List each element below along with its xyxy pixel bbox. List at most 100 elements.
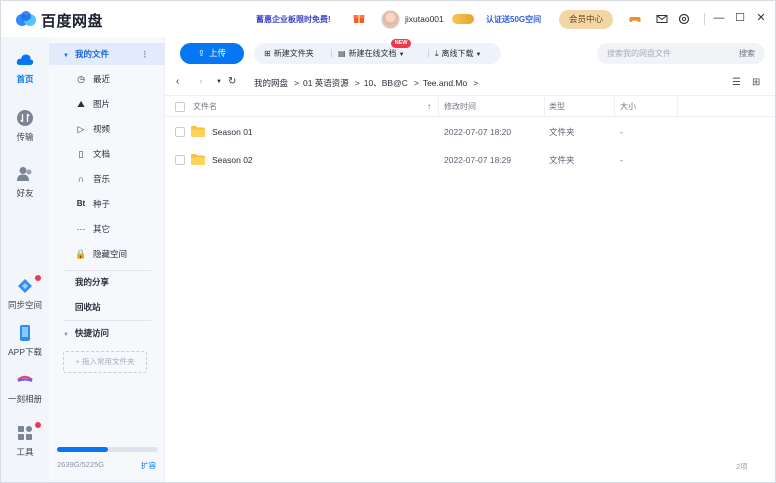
sidebar-item-label: 视频 bbox=[93, 124, 111, 134]
close-icon[interactable]: ✕ bbox=[755, 12, 767, 24]
avatar[interactable] bbox=[381, 10, 400, 29]
breadcrumb-item[interactable]: 01 英语资源 bbox=[303, 78, 349, 88]
nav-rail: 首页 传输 好友 同步空间 APP下载 一刻相册 工具 bbox=[1, 37, 49, 482]
search-box[interactable]: 搜索我的网盘文件 搜索 bbox=[597, 43, 765, 64]
select-all-checkbox[interactable] bbox=[175, 102, 185, 112]
rail-label-transfer: 传输 bbox=[16, 132, 34, 142]
table-row[interactable]: Season 02 2022-07-07 18:29 文件夹 - bbox=[165, 146, 775, 174]
app-window: 百度网盘 蓄惠企业板限时免费! jixutao001 认证送50G空间 会员中心… bbox=[0, 0, 776, 483]
breadcrumb-item[interactable]: 10、BB@C bbox=[364, 78, 408, 88]
sidebar-recycle-bin[interactable]: 回收站 bbox=[49, 296, 165, 318]
row-checkbox[interactable] bbox=[175, 155, 185, 165]
settings-icon[interactable] bbox=[678, 13, 690, 25]
file-name[interactable]: Season 01 bbox=[212, 118, 253, 146]
sidebar-item-3[interactable]: ▷ 视频 bbox=[49, 118, 165, 140]
sidebar-item-5[interactable]: ∩ 音乐 bbox=[49, 168, 165, 190]
offline-download-label: 离线下载 bbox=[441, 49, 474, 58]
rail-item-sync[interactable]: 同步空间 bbox=[1, 275, 49, 311]
breadcrumb: 我的网盘 >01 英语资源 >10、BB@C > Tee.and.Mo > bbox=[254, 77, 482, 89]
notification-dot bbox=[35, 275, 41, 281]
transfer-icon bbox=[17, 110, 33, 126]
breadcrumb-item[interactable]: 我的网盘 bbox=[254, 78, 288, 88]
breadcrumb-separator-icon: > bbox=[473, 78, 479, 88]
promo-link[interactable]: 蓄惠企业板限时免费! bbox=[256, 14, 331, 25]
history-dropdown-icon[interactable]: ▼ bbox=[216, 79, 222, 85]
more-icon: ··· bbox=[76, 224, 86, 234]
rail-item-friends[interactable]: 好友 bbox=[1, 165, 49, 199]
header-filename[interactable]: 文件名 bbox=[193, 96, 217, 118]
vip-badge-icon bbox=[452, 14, 474, 24]
rail-item-tools[interactable]: 工具 bbox=[1, 422, 49, 458]
storage-usage-bar bbox=[57, 447, 158, 452]
breadcrumb-item[interactable]: Tee.and.Mo bbox=[423, 78, 467, 88]
username[interactable]: jixutao001 bbox=[405, 14, 444, 24]
expand-storage-link[interactable]: 扩容 bbox=[141, 460, 156, 471]
sidebar-item-4[interactable]: ▯ 文档 bbox=[49, 143, 165, 165]
add-favorite-folder-dropzone[interactable]: + 拖入常用文件夹 bbox=[63, 351, 147, 373]
sync-space-icon bbox=[18, 279, 32, 293]
sidebar-item-2[interactable]: ⛰ 图片 bbox=[49, 93, 165, 115]
row-checkbox[interactable] bbox=[175, 127, 185, 137]
rail-item-moments[interactable]: 一刻相册 bbox=[1, 371, 49, 405]
chevron-down-icon: ▼ bbox=[475, 52, 482, 58]
sort-arrow-icon[interactable]: ↑ bbox=[427, 96, 431, 118]
file-size: - bbox=[620, 155, 623, 165]
sidebar-item-6[interactable]: Bt 种子 bbox=[49, 193, 165, 215]
item-count: 2项 bbox=[736, 462, 748, 471]
sort-list-icon[interactable]: ☰ bbox=[732, 77, 741, 88]
mail-icon[interactable] bbox=[656, 13, 668, 25]
refresh-icon[interactable]: ↻ bbox=[228, 76, 236, 87]
rail-label-moments: 一刻相册 bbox=[7, 394, 42, 404]
table-row[interactable]: Season 01 2022-07-07 18:20 文件夹 - bbox=[165, 118, 775, 146]
new-folder-icon: ⊞ bbox=[264, 49, 271, 58]
file-type: 文件夹 bbox=[549, 155, 575, 165]
grid-view-icon[interactable]: ⊞ bbox=[752, 77, 760, 88]
minimize-icon[interactable]: — bbox=[713, 12, 725, 24]
column-divider bbox=[614, 96, 615, 117]
upload-button[interactable]: ⇪ 上传 bbox=[180, 43, 244, 64]
rail-label-home: 首页 bbox=[16, 74, 34, 84]
header-type[interactable]: 类型 bbox=[549, 96, 565, 118]
more-options-icon[interactable]: ⋮ bbox=[141, 43, 150, 65]
verify-link[interactable]: 认证送50G空间 bbox=[486, 14, 541, 25]
moments-album-icon bbox=[17, 375, 33, 382]
rail-item-transfer[interactable]: 传输 bbox=[1, 109, 49, 143]
rail-item-home[interactable]: 首页 bbox=[1, 51, 49, 85]
bt-icon: Bt bbox=[76, 199, 86, 208]
maximize-icon[interactable]: ☐ bbox=[734, 12, 746, 24]
forward-icon[interactable]: › bbox=[199, 76, 202, 87]
baidu-netdisk-logo bbox=[16, 11, 36, 26]
header-modified[interactable]: 修改时间 bbox=[444, 96, 476, 118]
storage-usage-text: 2639G/5225G bbox=[57, 460, 105, 469]
rail-item-app-download[interactable]: APP下载 bbox=[1, 324, 49, 358]
file-name[interactable]: Season 02 bbox=[212, 146, 253, 174]
toolbar: ⇪ 上传 ⊞ 新建文件夹 ▤ 新建在线文档 ▼ ⤓ 离线下载 ▼ NEW 搜索我的网盘文件 … bbox=[165, 37, 775, 69]
sidebar-my-share[interactable]: 我的分享 bbox=[49, 271, 165, 293]
new-online-doc-label: 新建在线文档 bbox=[348, 49, 397, 58]
new-folder-button[interactable]: ⊞ 新建文件夹 bbox=[264, 43, 314, 64]
file-type: 文件夹 bbox=[549, 127, 575, 137]
offline-download-button[interactable]: ⤓ 离线下载 ▼ bbox=[435, 43, 482, 64]
expand-caret-icon: ▼ bbox=[63, 332, 69, 338]
upload-icon: ⇪ bbox=[197, 48, 206, 58]
download-icon: ⤓ bbox=[435, 49, 439, 58]
gift-icon[interactable] bbox=[353, 12, 365, 24]
file-modified: 2022-07-07 18:29 bbox=[444, 155, 512, 165]
back-icon[interactable]: ‹ bbox=[176, 76, 179, 87]
sidebar-quick-access[interactable]: ▼ 快捷访问 bbox=[49, 322, 165, 344]
breadcrumb-separator-icon: > bbox=[354, 78, 360, 88]
search-button[interactable]: 搜索 bbox=[739, 43, 755, 64]
sidebar-item-1[interactable]: ◷ 最近 bbox=[49, 68, 165, 90]
document-icon: ▯ bbox=[78, 149, 84, 159]
sidebar-divider bbox=[63, 320, 151, 321]
sidebar-item-7[interactable]: ··· 其它 bbox=[49, 218, 165, 240]
sidebar-my-files[interactable]: ▼ 我的文件 ⋮ bbox=[49, 43, 165, 65]
header-size[interactable]: 大小 bbox=[620, 96, 636, 118]
gamepad-icon[interactable] bbox=[629, 13, 641, 25]
sidebar-item-8[interactable]: 🔒 隐藏空间 bbox=[49, 243, 165, 265]
member-center-button[interactable]: 会员中心 bbox=[559, 10, 613, 29]
toolbar-action-group: ⊞ 新建文件夹 ▤ 新建在线文档 ▼ ⤓ 离线下载 ▼ bbox=[254, 43, 501, 64]
rail-label-tools: 工具 bbox=[16, 447, 34, 457]
friends-icon bbox=[17, 167, 32, 181]
search-input[interactable]: 搜索我的网盘文件 bbox=[607, 43, 671, 64]
